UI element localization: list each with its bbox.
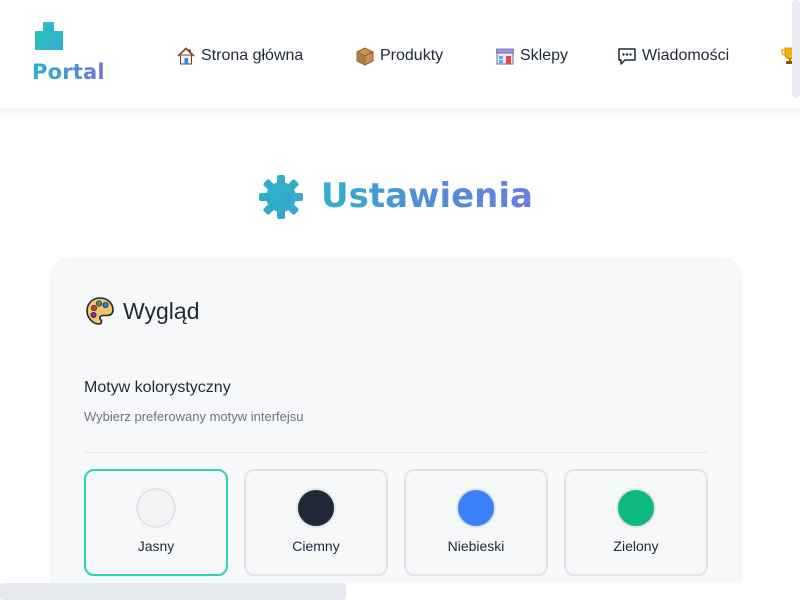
theme-option-light[interactable]: Jasny (84, 469, 228, 576)
house-icon (176, 46, 196, 66)
horizontal-scrollbar[interactable] (0, 583, 346, 600)
nav-item-home[interactable]: Strona główna (176, 44, 303, 68)
section-header: Wygląd (85, 295, 200, 327)
box-icon (355, 46, 375, 66)
nav-item-label: Sklepy (520, 47, 569, 64)
color-swatch (456, 488, 496, 528)
nav-item-shops[interactable]: Sklepy (495, 44, 568, 68)
vertical-scrollbar[interactable] (792, 0, 800, 98)
main-nav: Strona główna Produkty Sklepy Wiadomości (0, 0, 800, 108)
nav-item-products[interactable]: Produkty (355, 44, 443, 68)
palette-icon (86, 297, 114, 325)
page-header: Ustawienia (0, 170, 800, 222)
top-navbar: Portal Strona główna Produkty Sklepy Wia… (0, 0, 800, 108)
theme-setting-label: Motyw kolorystyczny (84, 379, 231, 396)
divider (84, 452, 708, 453)
message-icon (617, 46, 637, 66)
color-swatch (296, 488, 336, 528)
theme-option-dark[interactable]: Ciemny (244, 469, 388, 576)
theme-option-blue[interactable]: Niebieski (404, 469, 548, 576)
theme-option-green[interactable]: Zielony (564, 469, 708, 576)
nav-item-label: Produkty (380, 47, 444, 64)
theme-option-label: Ciemny (292, 538, 340, 554)
appearance-card: Wygląd Motyw kolorystyczny Wybierz prefe… (49, 257, 743, 600)
color-swatch (616, 488, 656, 528)
theme-option-label: Zielony (613, 538, 659, 554)
section-title: Wygląd (123, 297, 200, 324)
theme-option-label: Niebieski (447, 538, 505, 554)
shop-icon (495, 46, 515, 66)
nav-item-messages[interactable]: Wiadomości (617, 44, 729, 68)
theme-option-label: Jasny (137, 538, 175, 554)
color-swatch (136, 488, 176, 528)
page-title: Ustawienia (321, 170, 533, 222)
nav-item-label: Wiadomości (642, 47, 730, 64)
nav-item-label: Strona główna (201, 47, 304, 64)
theme-setting-description: Wybierz preferowany motyw interfejsu (84, 409, 304, 424)
gear-icon (259, 175, 303, 219)
